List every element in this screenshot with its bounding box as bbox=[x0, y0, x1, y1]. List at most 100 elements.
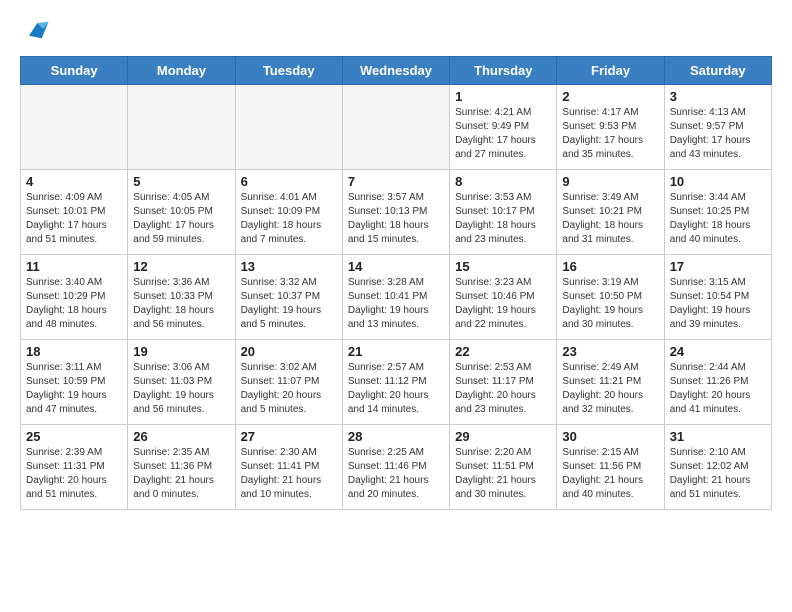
day-number: 16 bbox=[562, 259, 658, 274]
day-info: Sunrise: 3:19 AM Sunset: 10:50 PM Daylig… bbox=[562, 276, 658, 332]
calendar-cell: 20 Sunrise: 3:02 AM Sunset: 11:07 PM Dayl… bbox=[235, 340, 342, 425]
day-number: 20 bbox=[241, 344, 337, 359]
weekday-header-saturday: Saturday bbox=[664, 57, 771, 85]
day-info: Sunrise: 3:53 AM Sunset: 10:17 PM Daylig… bbox=[455, 191, 551, 247]
calendar-cell: 23 Sunrise: 2:49 AM Sunset: 11:21 PM Dayl… bbox=[557, 340, 664, 425]
day-number: 2 bbox=[562, 89, 658, 104]
day-number: 14 bbox=[348, 259, 444, 274]
day-info: Sunrise: 2:44 AM Sunset: 11:26 PM Daylig… bbox=[670, 361, 766, 417]
calendar-cell: 8Sunrise: 3:53 AM Sunset: 10:17 PM Dayli… bbox=[450, 170, 557, 255]
day-number: 22 bbox=[455, 344, 551, 359]
day-info: Sunrise: 2:35 AM Sunset: 11:36 PM Daylig… bbox=[133, 446, 229, 502]
weekday-header-sunday: Sunday bbox=[21, 57, 128, 85]
day-info: Sunrise: 3:36 AM Sunset: 10:33 PM Daylig… bbox=[133, 276, 229, 332]
day-info: Sunrise: 3:06 AM Sunset: 11:03 PM Daylig… bbox=[133, 361, 229, 417]
calendar-cell: 27 Sunrise: 2:30 AM Sunset: 11:41 PM Dayl… bbox=[235, 425, 342, 510]
calendar-cell: 11Sunrise: 3:40 AM Sunset: 10:29 PM Dayl… bbox=[21, 255, 128, 340]
calendar-cell: 24 Sunrise: 2:44 AM Sunset: 11:26 PM Dayl… bbox=[664, 340, 771, 425]
day-info: Sunrise: 2:30 AM Sunset: 11:41 PM Daylig… bbox=[241, 446, 337, 502]
day-number: 24 bbox=[670, 344, 766, 359]
week-row-5: 25 Sunrise: 2:39 AM Sunset: 11:31 PM Dayl… bbox=[21, 425, 772, 510]
calendar-table: SundayMondayTuesdayWednesdayThursdayFrid… bbox=[20, 56, 772, 510]
day-number: 28 bbox=[348, 429, 444, 444]
day-number: 19 bbox=[133, 344, 229, 359]
day-info: Sunrise: 2:39 AM Sunset: 11:31 PM Daylig… bbox=[26, 446, 122, 502]
day-info: Sunrise: 2:15 AM Sunset: 11:56 PM Daylig… bbox=[562, 446, 658, 502]
day-info: Sunrise: 4:01 AM Sunset: 10:09 PM Daylig… bbox=[241, 191, 337, 247]
calendar-cell: 30Sunrise: 2:15 AM Sunset: 11:56 PM Dayl… bbox=[557, 425, 664, 510]
calendar-cell: 21Sunrise: 2:57 AM Sunset: 11:12 PM Dayl… bbox=[342, 340, 449, 425]
header bbox=[20, 16, 772, 44]
day-info: Sunrise: 3:40 AM Sunset: 10:29 PM Daylig… bbox=[26, 276, 122, 332]
calendar-cell: 13Sunrise: 3:32 AM Sunset: 10:37 PM Dayl… bbox=[235, 255, 342, 340]
day-info: Sunrise: 2:20 AM Sunset: 11:51 PM Daylig… bbox=[455, 446, 551, 502]
calendar-cell: 18 Sunrise: 3:11 AM Sunset: 10:59 PM Dayl… bbox=[21, 340, 128, 425]
day-info: Sunrise: 2:57 AM Sunset: 11:12 PM Daylig… bbox=[348, 361, 444, 417]
day-number: 31 bbox=[670, 429, 766, 444]
weekday-header-row: SundayMondayTuesdayWednesdayThursdayFrid… bbox=[21, 57, 772, 85]
day-info: Sunrise: 4:05 AM Sunset: 10:05 PM Daylig… bbox=[133, 191, 229, 247]
day-number: 4 bbox=[26, 174, 122, 189]
calendar-cell: 14 Sunrise: 3:28 AM Sunset: 10:41 PM Dayl… bbox=[342, 255, 449, 340]
day-info: Sunrise: 3:28 AM Sunset: 10:41 PM Daylig… bbox=[348, 276, 444, 332]
day-info: Sunrise: 3:49 AM Sunset: 10:21 PM Daylig… bbox=[562, 191, 658, 247]
calendar-cell: 16 Sunrise: 3:19 AM Sunset: 10:50 PM Dayl… bbox=[557, 255, 664, 340]
day-info: Sunrise: 3:57 AM Sunset: 10:13 PM Daylig… bbox=[348, 191, 444, 247]
day-info: Sunrise: 3:02 AM Sunset: 11:07 PM Daylig… bbox=[241, 361, 337, 417]
calendar-cell: 1 Sunrise: 4:21 AM Sunset: 9:49 PM Daylig… bbox=[450, 85, 557, 170]
week-row-2: 4Sunrise: 4:09 AM Sunset: 10:01 PM Dayli… bbox=[21, 170, 772, 255]
week-row-4: 18 Sunrise: 3:11 AM Sunset: 10:59 PM Dayl… bbox=[21, 340, 772, 425]
day-number: 6 bbox=[241, 174, 337, 189]
day-number: 10 bbox=[670, 174, 766, 189]
weekday-header-friday: Friday bbox=[557, 57, 664, 85]
week-row-1: 1 Sunrise: 4:21 AM Sunset: 9:49 PM Daylig… bbox=[21, 85, 772, 170]
day-number: 5 bbox=[133, 174, 229, 189]
calendar-cell: 22 Sunrise: 2:53 AM Sunset: 11:17 PM Dayl… bbox=[450, 340, 557, 425]
calendar-cell: 7 Sunrise: 3:57 AM Sunset: 10:13 PM Dayli… bbox=[342, 170, 449, 255]
day-number: 27 bbox=[241, 429, 337, 444]
day-number: 1 bbox=[455, 89, 551, 104]
day-info: Sunrise: 3:32 AM Sunset: 10:37 PM Daylig… bbox=[241, 276, 337, 332]
calendar-cell: 26 Sunrise: 2:35 AM Sunset: 11:36 PM Dayl… bbox=[128, 425, 235, 510]
calendar-cell: 3 Sunrise: 4:13 AM Sunset: 9:57 PM Daylig… bbox=[664, 85, 771, 170]
weekday-header-tuesday: Tuesday bbox=[235, 57, 342, 85]
day-number: 23 bbox=[562, 344, 658, 359]
calendar-cell bbox=[21, 85, 128, 170]
calendar-cell: 28Sunrise: 2:25 AM Sunset: 11:46 PM Dayl… bbox=[342, 425, 449, 510]
day-info: Sunrise: 4:21 AM Sunset: 9:49 PM Dayligh… bbox=[455, 106, 551, 162]
week-row-3: 11Sunrise: 3:40 AM Sunset: 10:29 PM Dayl… bbox=[21, 255, 772, 340]
weekday-header-thursday: Thursday bbox=[450, 57, 557, 85]
calendar-cell: 12 Sunrise: 3:36 AM Sunset: 10:33 PM Dayl… bbox=[128, 255, 235, 340]
day-number: 3 bbox=[670, 89, 766, 104]
day-number: 12 bbox=[133, 259, 229, 274]
calendar-cell: 6 Sunrise: 4:01 AM Sunset: 10:09 PM Dayli… bbox=[235, 170, 342, 255]
day-number: 25 bbox=[26, 429, 122, 444]
logo-bird-icon bbox=[22, 16, 50, 44]
day-number: 26 bbox=[133, 429, 229, 444]
day-number: 9 bbox=[562, 174, 658, 189]
calendar-cell bbox=[128, 85, 235, 170]
day-info: Sunrise: 3:44 AM Sunset: 10:25 PM Daylig… bbox=[670, 191, 766, 247]
calendar-cell bbox=[342, 85, 449, 170]
calendar-cell: 5 Sunrise: 4:05 AM Sunset: 10:05 PM Dayli… bbox=[128, 170, 235, 255]
weekday-header-monday: Monday bbox=[128, 57, 235, 85]
calendar-cell: 19 Sunrise: 3:06 AM Sunset: 11:03 PM Dayl… bbox=[128, 340, 235, 425]
day-number: 15 bbox=[455, 259, 551, 274]
day-number: 7 bbox=[348, 174, 444, 189]
page: SundayMondayTuesdayWednesdayThursdayFrid… bbox=[0, 0, 792, 530]
logo bbox=[20, 16, 50, 44]
day-info: Sunrise: 2:10 AM Sunset: 12:02 AM Daylig… bbox=[670, 446, 766, 502]
calendar-cell: 2 Sunrise: 4:17 AM Sunset: 9:53 PM Daylig… bbox=[557, 85, 664, 170]
day-info: Sunrise: 4:17 AM Sunset: 9:53 PM Dayligh… bbox=[562, 106, 658, 162]
day-info: Sunrise: 4:13 AM Sunset: 9:57 PM Dayligh… bbox=[670, 106, 766, 162]
day-info: Sunrise: 2:53 AM Sunset: 11:17 PM Daylig… bbox=[455, 361, 551, 417]
calendar-cell: 29Sunrise: 2:20 AM Sunset: 11:51 PM Dayl… bbox=[450, 425, 557, 510]
day-info: Sunrise: 3:15 AM Sunset: 10:54 PM Daylig… bbox=[670, 276, 766, 332]
day-info: Sunrise: 3:11 AM Sunset: 10:59 PM Daylig… bbox=[26, 361, 122, 417]
day-info: Sunrise: 2:49 AM Sunset: 11:21 PM Daylig… bbox=[562, 361, 658, 417]
weekday-header-wednesday: Wednesday bbox=[342, 57, 449, 85]
calendar-cell: 25 Sunrise: 2:39 AM Sunset: 11:31 PM Dayl… bbox=[21, 425, 128, 510]
calendar-cell: 15Sunrise: 3:23 AM Sunset: 10:46 PM Dayl… bbox=[450, 255, 557, 340]
day-number: 18 bbox=[26, 344, 122, 359]
calendar-cell: 4Sunrise: 4:09 AM Sunset: 10:01 PM Dayli… bbox=[21, 170, 128, 255]
